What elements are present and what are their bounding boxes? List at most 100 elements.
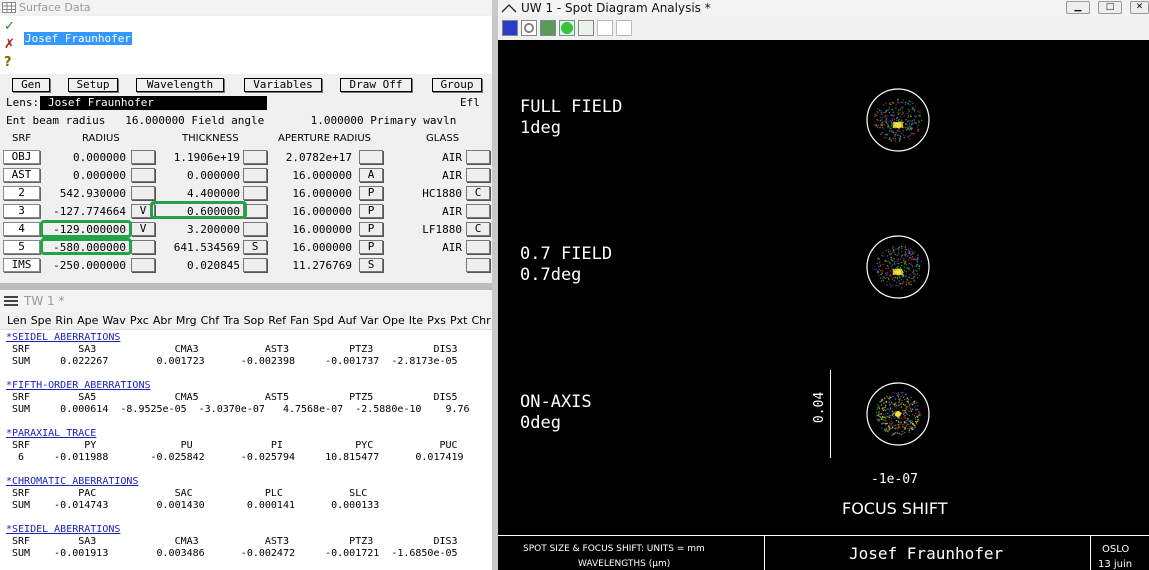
glass-cell[interactable]: AIR (390, 205, 462, 218)
radius-flag-button[interactable] (131, 150, 155, 164)
tw-tool-wav[interactable]: Wav (101, 314, 128, 327)
aperture-cell[interactable]: 11.276769 (268, 259, 352, 272)
tw-tool-ite[interactable]: Ite (408, 314, 426, 327)
gen-button[interactable]: Gen (12, 78, 50, 92)
tw-tool-pxs[interactable]: Pxs (426, 314, 449, 327)
pointer-tool-icon[interactable] (597, 20, 613, 36)
cancel-x-icon[interactable]: ✗ (4, 38, 18, 52)
plot-tool-icon[interactable] (578, 20, 594, 36)
glass-flag-button[interactable]: C (466, 222, 490, 236)
figure-tool-icon[interactable] (616, 20, 632, 36)
thickness-cell[interactable]: 3.200000 (156, 223, 240, 236)
tw-tool-var[interactable]: Var (359, 314, 381, 327)
radius-flag-button[interactable] (131, 168, 155, 182)
glass-flag-button[interactable] (466, 168, 490, 182)
thickness-cell[interactable]: 1.1906e+19 (156, 151, 240, 164)
thickness-cell[interactable]: 4.400000 (156, 187, 240, 200)
thickness-flag-button[interactable]: S (243, 240, 267, 254)
variables-button[interactable]: Variables (244, 78, 322, 92)
aperture-cell[interactable]: 16.000000 (268, 205, 352, 218)
tw-tool-rin[interactable]: Rin (54, 314, 76, 327)
aperture-cell[interactable]: 16.000000 (268, 241, 352, 254)
aperture-flag-button[interactable]: P (359, 240, 383, 254)
accept-check-icon[interactable]: ✓ (4, 20, 18, 34)
wavelength-button[interactable]: Wavelength (136, 78, 224, 92)
group-button[interactable]: Group (432, 78, 482, 92)
tw-tool-chr[interactable]: Chr (470, 314, 492, 327)
minimize-button[interactable]: ▁ (1066, 1, 1090, 14)
tw-tool-ref[interactable]: Ref (267, 314, 289, 327)
tw-tool-spd[interactable]: Spd (312, 314, 337, 327)
aperture-flag-button[interactable]: S (359, 258, 383, 272)
tw-tool-pxt[interactable]: Pxt (449, 314, 470, 327)
aperture-cell[interactable]: 16.000000 (268, 169, 352, 182)
section-title-link[interactable]: *CHROMATIC ABERRATIONS (6, 476, 492, 488)
aperture-flag-button[interactable] (359, 150, 383, 164)
glass-cell[interactable]: HC1880 (390, 187, 462, 200)
srf-cell[interactable]: 4 (3, 222, 40, 236)
arrow-tool-icon[interactable] (540, 20, 556, 36)
thickness-flag-button[interactable] (243, 186, 267, 200)
setup-button[interactable]: Setup (68, 78, 118, 92)
tw-tool-ope[interactable]: Ope (381, 314, 407, 327)
aperture-cell[interactable]: 2.0782e+17 (268, 151, 352, 164)
tw-tool-abr[interactable]: Abr (152, 314, 175, 327)
aperture-flag-button[interactable]: P (359, 222, 383, 236)
radius-flag-button[interactable] (131, 258, 155, 272)
aperture-flag-button[interactable]: P (359, 204, 383, 218)
section-title-link[interactable]: *FIFTH-ORDER ABERRATIONS (6, 380, 492, 392)
aperture-flag-button[interactable]: A (359, 168, 383, 182)
glass-flag-button[interactable] (466, 204, 490, 218)
thickness-flag-button[interactable] (243, 222, 267, 236)
glass-flag-button[interactable] (466, 240, 490, 254)
radius-cell[interactable]: -127.774664 (42, 205, 126, 218)
radius-flag-button[interactable] (131, 186, 155, 200)
radius-flag-button[interactable] (131, 240, 155, 254)
radius-cell[interactable]: 542.930000 (42, 187, 126, 200)
tw-tool-len[interactable]: Len (6, 314, 30, 327)
srf-cell[interactable]: IMS (3, 258, 40, 272)
command-input[interactable]: Josef Fraunhofer (24, 32, 492, 46)
radius-cell[interactable]: 0.000000 (42, 169, 126, 182)
maximize-button[interactable]: □ (1098, 1, 1122, 14)
help-question-icon[interactable]: ? (4, 56, 18, 70)
srf-cell[interactable]: AST (3, 168, 40, 182)
section-title-link[interactable]: *PARAXIAL TRACE (6, 428, 492, 440)
srf-cell[interactable]: 2 (3, 186, 40, 200)
lens-name-field[interactable]: Josef Fraunhofer (40, 96, 267, 110)
tw-tool-tra[interactable]: Tra (222, 314, 242, 327)
close-button[interactable]: ✕ (1130, 1, 1149, 14)
radius-flag-button[interactable]: V (131, 222, 155, 236)
tw-tool-mrg[interactable]: Mrg (175, 314, 200, 327)
tw-tool-sop[interactable]: Sop (243, 314, 268, 327)
srf-cell[interactable]: 3 (3, 204, 40, 218)
glass-cell[interactable]: AIR (390, 151, 462, 164)
circle-tool-icon[interactable] (559, 20, 575, 36)
thickness-cell[interactable]: 641.534569 (156, 241, 240, 254)
radius-cell[interactable]: 0.000000 (42, 151, 126, 164)
aperture-cell[interactable]: 16.000000 (268, 187, 352, 200)
tw-tool-chf[interactable]: Chf (200, 314, 223, 327)
aperture-cell[interactable]: 16.000000 (268, 223, 352, 236)
glass-cell[interactable]: LF1880 (390, 223, 462, 236)
thickness-flag-button[interactable] (243, 150, 267, 164)
tw-tool-fan[interactable]: Fan (289, 314, 312, 327)
section-title-link[interactable]: *SEIDEL ABERRATIONS (6, 332, 492, 344)
draw-off-button[interactable]: Draw Off (340, 78, 412, 92)
glass-flag-button[interactable]: C (466, 186, 490, 200)
glass-flag-button[interactable] (466, 258, 490, 272)
tw-tool-spe[interactable]: Spe (30, 314, 55, 327)
section-title-link[interactable]: *SEIDEL ABERRATIONS (6, 524, 492, 536)
glass-cell[interactable]: AIR (390, 241, 462, 254)
radius-cell[interactable]: -250.000000 (42, 259, 126, 272)
glass-flag-button[interactable] (466, 150, 490, 164)
srf-cell[interactable]: OBJ (3, 150, 40, 164)
glass-cell[interactable]: AIR (390, 169, 462, 182)
thickness-cell[interactable]: 0.020845 (156, 259, 240, 272)
spot-tool-icon[interactable] (521, 20, 537, 36)
tw-tool-auf[interactable]: Auf (337, 314, 359, 327)
thickness-flag-button[interactable] (243, 168, 267, 182)
tw-tool-pxc[interactable]: Pxc (129, 314, 152, 327)
tw-tool-ape[interactable]: Ape (76, 314, 101, 327)
srf-cell[interactable]: 5 (3, 240, 40, 254)
